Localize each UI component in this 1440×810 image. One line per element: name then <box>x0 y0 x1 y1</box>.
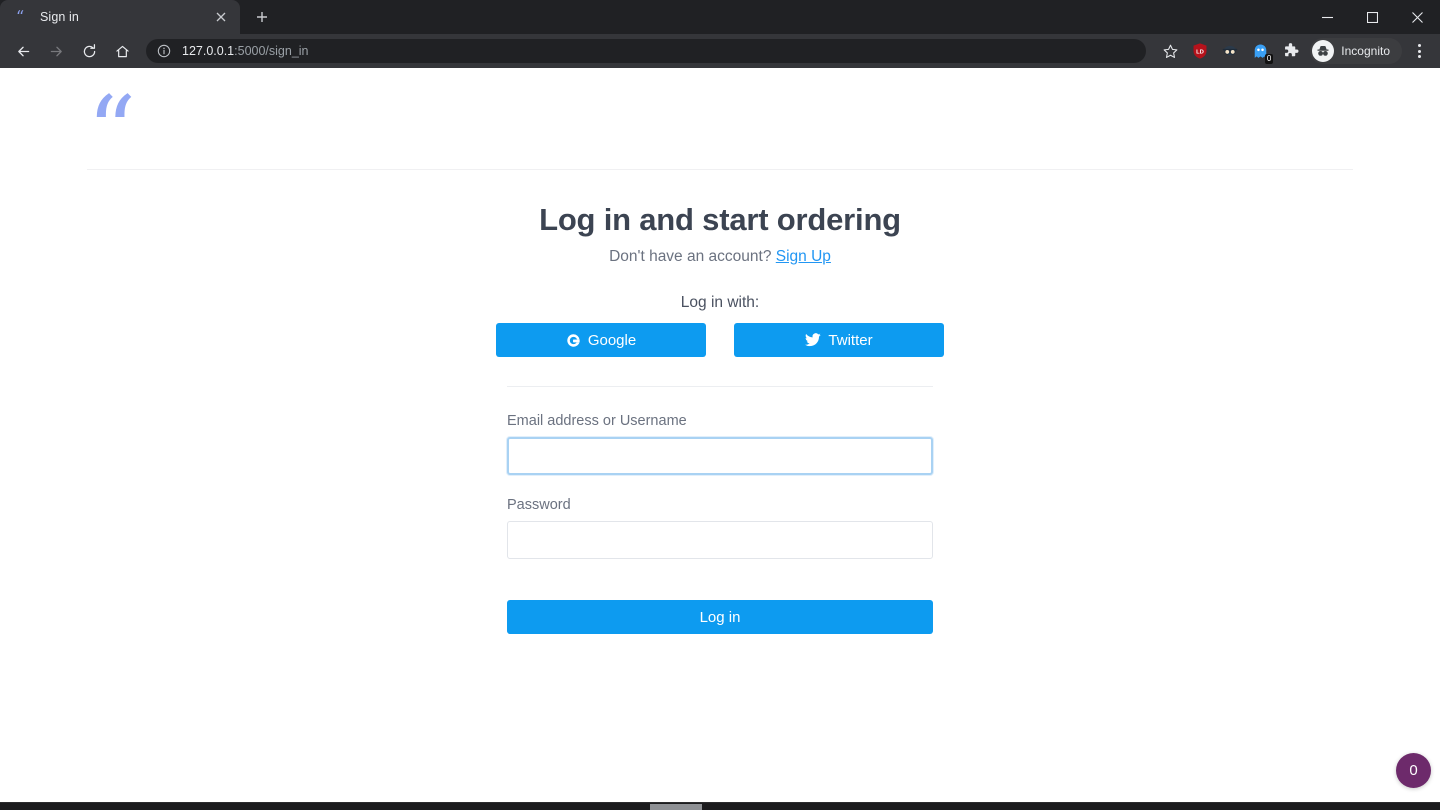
password-field-group: Password <box>507 497 933 559</box>
twitter-login-button[interactable]: Twitter <box>734 323 944 357</box>
back-arrow-icon[interactable] <box>8 36 38 66</box>
address-bar[interactable]: 127.0.0.1:5000/sign_in <box>146 39 1147 63</box>
signup-prompt: Don't have an account? Sign Up <box>87 248 1353 266</box>
window-controls <box>1305 0 1440 34</box>
login-submit-button[interactable]: Log in <box>507 600 933 634</box>
site-header: “ <box>87 68 1353 180</box>
window-close-icon[interactable] <box>1395 0 1440 34</box>
address-bar-host: 127.0.0.1 <box>182 44 235 58</box>
reload-icon[interactable] <box>74 36 104 66</box>
ld-shield-extension-icon[interactable]: LD <box>1186 37 1214 65</box>
maximize-icon[interactable] <box>1350 0 1395 34</box>
signup-prompt-text: Don't have an account? <box>609 248 772 265</box>
page-title: Log in and start ordering <box>539 202 901 237</box>
ghost-extension-badge: 0 <box>1264 54 1274 64</box>
browser-tab-sign-in[interactable]: “ Sign in <box>0 0 240 34</box>
horizontal-scrollbar-thumb[interactable] <box>650 804 702 810</box>
detective-extension-icon[interactable] <box>1216 37 1244 65</box>
minimize-icon[interactable] <box>1305 0 1350 34</box>
bookmark-star-icon[interactable] <box>1156 37 1184 65</box>
email-field-label: Email address or Username <box>507 413 687 429</box>
ghost-extension-icon[interactable]: 0 <box>1246 37 1274 65</box>
extensions-puzzle-icon[interactable] <box>1276 37 1304 65</box>
svg-text:LD: LD <box>1196 49 1204 55</box>
address-bar-path: :5000/sign_in <box>234 44 309 58</box>
profile-label: Incognito <box>1341 44 1390 58</box>
profile-incognito-button[interactable]: Incognito <box>1310 38 1402 64</box>
address-bar-url: 127.0.0.1:5000/sign_in <box>182 44 309 58</box>
new-tab-button[interactable] <box>248 3 276 31</box>
sign-up-link[interactable]: Sign Up <box>776 248 831 265</box>
quote-favicon: “ <box>14 9 30 25</box>
login-main: Log in and start ordering Don't have an … <box>87 170 1353 634</box>
tab-title: Sign in <box>40 10 79 24</box>
login-form: Email address or Username Password Log i… <box>507 357 933 634</box>
floating-counter-badge[interactable]: 0 <box>1396 753 1431 788</box>
home-icon[interactable] <box>107 36 137 66</box>
twitter-bird-icon <box>805 333 822 347</box>
email-field-group: Email address or Username <box>507 413 933 475</box>
tab-strip: “ Sign in <box>0 0 1440 34</box>
horizontal-scrollbar[interactable] <box>0 802 1440 810</box>
incognito-avatar-icon <box>1312 40 1335 62</box>
google-login-button[interactable]: Google <box>496 323 706 357</box>
info-circle-icon[interactable] <box>156 43 172 59</box>
three-dot-menu-icon[interactable] <box>1406 37 1432 65</box>
google-g-icon <box>566 333 581 348</box>
browser-window: “ Sign in 127.0.0.1:5000/sign_in LD 0 In… <box>0 0 1440 810</box>
twitter-login-label: Twitter <box>828 331 873 349</box>
social-login-label: Log in with: <box>680 294 760 311</box>
browser-toolbar: 127.0.0.1:5000/sign_in LD 0 Incognito <box>0 34 1440 68</box>
google-login-label: Google <box>587 331 637 349</box>
forward-arrow-icon[interactable] <box>41 36 71 66</box>
email-input[interactable] <box>507 437 933 475</box>
page-viewport: “ Log in and start ordering Don't have a… <box>0 68 1440 802</box>
svg-text:“: “ <box>15 10 23 25</box>
quote-logo-icon[interactable]: “ <box>87 84 136 180</box>
social-login-row: Google Twitter <box>87 323 1353 357</box>
close-icon[interactable] <box>212 8 230 26</box>
password-field-label: Password <box>507 497 571 513</box>
password-input[interactable] <box>507 521 933 559</box>
page-content: “ Log in and start ordering Don't have a… <box>0 68 1440 634</box>
form-divider <box>507 386 933 387</box>
